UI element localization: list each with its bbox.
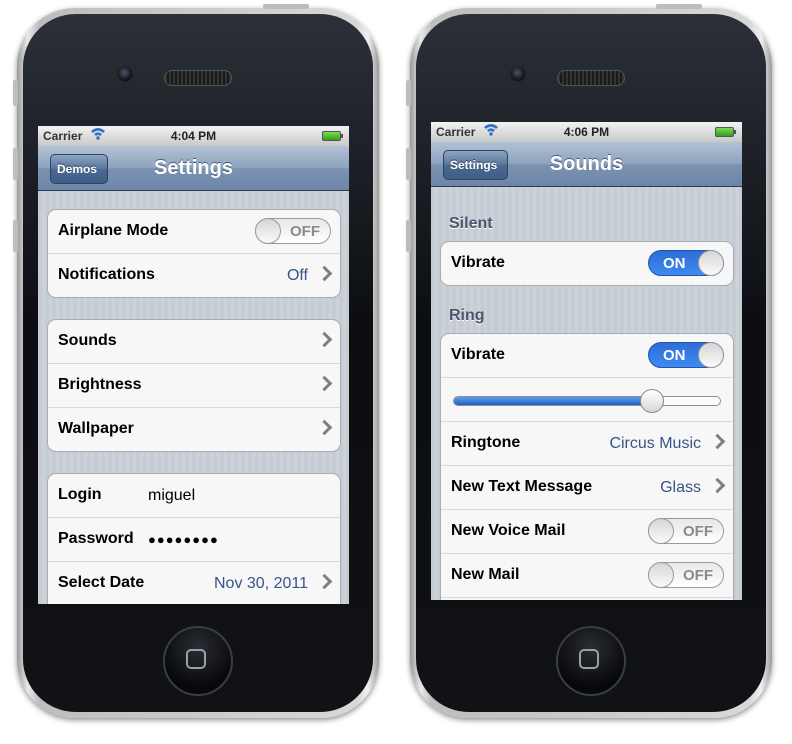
settings-group-2: Sounds Brightness Wallpaper bbox=[47, 319, 341, 452]
new-mail-row: New Mail OFF bbox=[441, 553, 733, 597]
battery-icon bbox=[715, 127, 736, 137]
home-button[interactable] bbox=[556, 626, 626, 696]
brightness-row[interactable]: Brightness bbox=[48, 363, 340, 407]
settings-group-1: Airplane Mode OFF Notifications Off bbox=[47, 209, 341, 298]
toggle-state: OFF bbox=[290, 223, 320, 240]
page-title: Settings bbox=[154, 157, 233, 179]
toggle-knob bbox=[698, 250, 724, 276]
mute-switch[interactable] bbox=[13, 80, 18, 106]
power-button[interactable] bbox=[656, 4, 702, 9]
chevron-right-icon bbox=[316, 573, 333, 590]
toggle-knob bbox=[698, 342, 724, 368]
settings-group-3: Login miguel Password ●●●●●●●● Select Da… bbox=[47, 473, 341, 604]
toggle-knob bbox=[648, 562, 674, 588]
ringtone-value: Circus Music bbox=[609, 435, 701, 452]
home-square-icon bbox=[186, 649, 206, 669]
chevron-right-icon bbox=[709, 477, 726, 494]
status-bar: Carrier 4:06 PM bbox=[431, 122, 742, 142]
toggle-knob bbox=[255, 218, 281, 244]
volume-up-button[interactable] bbox=[406, 148, 411, 180]
ring-vibrate-row: Vibrate ON bbox=[441, 334, 733, 377]
login-row[interactable]: Login miguel bbox=[48, 474, 340, 517]
silent-vibrate-label: Vibrate bbox=[451, 254, 505, 271]
speaker-grille bbox=[164, 70, 232, 86]
new-voice-mail-row: New Voice Mail OFF bbox=[441, 509, 733, 553]
select-date-value: Nov 30, 2011 bbox=[214, 575, 308, 592]
airplane-mode-row: Airplane Mode OFF bbox=[48, 210, 340, 253]
login-label: Login bbox=[58, 486, 102, 503]
sounds-label: Sounds bbox=[58, 332, 117, 349]
password-field[interactable]: ●●●●●●●● bbox=[148, 532, 219, 547]
notifications-row[interactable]: Notifications Off bbox=[48, 253, 340, 297]
navigation-bar: Settings Sounds bbox=[431, 142, 742, 187]
toggle-knob bbox=[648, 518, 674, 544]
select-date-row[interactable]: Select Date Nov 30, 2011 bbox=[48, 561, 340, 604]
new-mail-toggle[interactable]: OFF bbox=[648, 562, 724, 588]
silent-vibrate-row: Vibrate ON bbox=[441, 242, 733, 285]
airplane-mode-label: Airplane Mode bbox=[58, 222, 169, 239]
mute-switch[interactable] bbox=[406, 80, 411, 106]
ringtone-label: Ringtone bbox=[451, 434, 521, 451]
ring-vibrate-toggle[interactable]: ON bbox=[648, 342, 724, 368]
slider-thumb[interactable] bbox=[639, 389, 664, 413]
new-text-message-row[interactable]: New Text Message Glass bbox=[441, 465, 733, 509]
status-time: 4:04 PM bbox=[170, 129, 217, 143]
home-square-icon bbox=[579, 649, 599, 669]
wallpaper-row[interactable]: Wallpaper bbox=[48, 407, 340, 451]
password-label: Password bbox=[58, 530, 134, 547]
status-bar: Carrier 4:04 PM bbox=[38, 126, 349, 146]
ring-group: Vibrate ON Ringtone Circus Music New Tex… bbox=[440, 333, 734, 600]
sounds-row[interactable]: Sounds bbox=[48, 320, 340, 363]
password-row[interactable]: Password ●●●●●●●● bbox=[48, 517, 340, 561]
ring-section-header: Ring bbox=[449, 307, 485, 324]
volume-up-button[interactable] bbox=[13, 148, 18, 180]
new-voice-mail-toggle[interactable]: OFF bbox=[648, 518, 724, 544]
ring-vibrate-label: Vibrate bbox=[451, 346, 505, 363]
left-phone-frame: Carrier 4:04 PM Demos Settings Airplane … bbox=[13, 4, 379, 718]
chevron-right-icon bbox=[316, 419, 333, 436]
navigation-bar: Demos Settings bbox=[38, 146, 349, 191]
new-mail-label: New Mail bbox=[451, 566, 520, 583]
slider-fill bbox=[454, 397, 651, 405]
battery-icon bbox=[322, 131, 343, 141]
front-camera-icon bbox=[510, 66, 526, 82]
toggle-state: OFF bbox=[683, 567, 713, 584]
left-screen: Carrier 4:04 PM Demos Settings Airplane … bbox=[38, 126, 349, 604]
status-time: 4:06 PM bbox=[563, 125, 610, 139]
page-title: Sounds bbox=[549, 153, 624, 175]
new-voice-mail-label: New Voice Mail bbox=[451, 522, 566, 539]
ringtone-row[interactable]: Ringtone Circus Music bbox=[441, 421, 733, 465]
select-date-label: Select Date bbox=[58, 574, 145, 591]
chevron-right-icon bbox=[316, 375, 333, 392]
brightness-label: Brightness bbox=[58, 376, 142, 393]
login-field[interactable]: miguel bbox=[148, 487, 195, 505]
toggle-state: OFF bbox=[683, 523, 713, 540]
toggle-state: ON bbox=[663, 255, 686, 272]
power-button[interactable] bbox=[263, 4, 309, 9]
list-item bbox=[441, 597, 733, 600]
silent-group: Vibrate ON bbox=[440, 241, 734, 286]
airplane-mode-toggle[interactable]: OFF bbox=[255, 218, 331, 244]
front-camera-icon bbox=[117, 66, 133, 82]
chevron-right-icon bbox=[316, 265, 333, 282]
volume-slider-row bbox=[441, 377, 733, 421]
chevron-right-icon bbox=[316, 331, 333, 348]
new-text-message-label: New Text Message bbox=[451, 478, 593, 495]
volume-down-button[interactable] bbox=[406, 220, 411, 252]
wallpaper-label: Wallpaper bbox=[58, 420, 134, 437]
chevron-right-icon bbox=[709, 433, 726, 450]
speaker-grille bbox=[557, 70, 625, 86]
volume-down-button[interactable] bbox=[13, 220, 18, 252]
new-text-message-value: Glass bbox=[660, 479, 701, 496]
toggle-state: ON bbox=[663, 347, 686, 364]
right-phone-frame: Carrier 4:06 PM Settings Sounds Silent V… bbox=[406, 4, 772, 718]
notifications-label: Notifications bbox=[58, 266, 155, 283]
silent-vibrate-toggle[interactable]: ON bbox=[648, 250, 724, 276]
volume-slider[interactable] bbox=[453, 389, 721, 413]
silent-section-header: Silent bbox=[449, 215, 493, 232]
right-screen: Carrier 4:06 PM Settings Sounds Silent V… bbox=[431, 122, 742, 600]
notifications-value: Off bbox=[286, 267, 308, 284]
home-button[interactable] bbox=[163, 626, 233, 696]
